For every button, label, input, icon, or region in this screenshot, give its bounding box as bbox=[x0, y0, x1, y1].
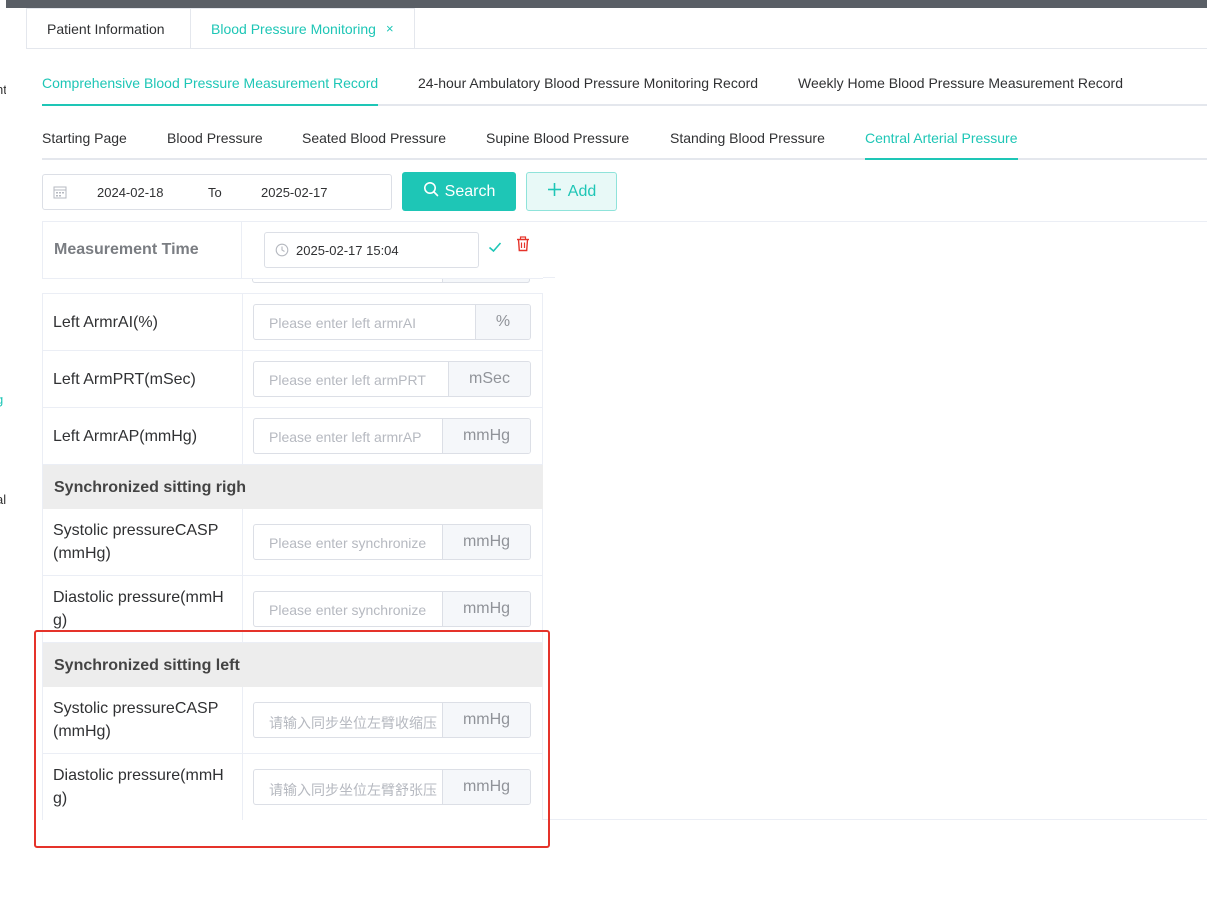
search-button[interactable]: Search bbox=[402, 172, 516, 211]
tab-central-arterial-pressure[interactable]: Central Arterial Pressure bbox=[865, 130, 1018, 146]
main-panel: Patient Information Blood Pressure Monit… bbox=[6, 8, 1207, 900]
left-systolic-input[interactable]: 请输入同步坐位左臂收缩压 mmHg bbox=[253, 702, 531, 738]
search-icon bbox=[423, 181, 439, 202]
row-label: Diastolic pressure(mmH bbox=[53, 589, 224, 606]
search-button-label: Search bbox=[444, 182, 496, 200]
unit-suffix: mmHg bbox=[442, 592, 530, 626]
measurement-time-input[interactable]: 2025-02-17 15:04 bbox=[264, 232, 479, 268]
measurement-form-grid: Left ArmrAI(%) Please enter left armrAI … bbox=[42, 222, 543, 820]
strip-text: g bbox=[0, 392, 3, 407]
start-date[interactable]: 2024-02-18 bbox=[97, 185, 164, 200]
trash-icon[interactable] bbox=[516, 236, 530, 257]
row-label: Systolic pressureCASP bbox=[53, 522, 219, 539]
row-label: g) bbox=[53, 790, 68, 807]
row-label: Left ArmrAI(%) bbox=[53, 314, 158, 331]
form-row-right-systolic: Systolic pressureCASP (mmHg) Please ente… bbox=[42, 509, 543, 576]
close-icon[interactable]: × bbox=[386, 21, 394, 36]
unit-suffix: mmHg bbox=[442, 703, 530, 737]
form-rows: Left ArmrAI(%) Please enter left armrAI … bbox=[42, 294, 543, 820]
row-label: Diastolic pressure(mmH bbox=[53, 767, 224, 784]
input-placeholder: Please enter synchronize bbox=[269, 602, 427, 618]
section-header-sitting-left: Synchronized sitting left bbox=[42, 643, 543, 687]
tab-blood-pressure-monitoring[interactable]: Blood Pressure Monitoring × bbox=[190, 8, 415, 48]
partial-row-scrolled bbox=[42, 271, 543, 294]
tab-supine-blood-pressure[interactable]: Supine Blood Pressure bbox=[486, 130, 629, 146]
left-arm-prt-input[interactable]: Please enter left armPRT mSec bbox=[253, 361, 531, 397]
measurement-time-value: 2025-02-17 15:04 bbox=[296, 243, 399, 258]
input-placeholder: 请输入同步坐位左臂舒张压 bbox=[269, 782, 437, 798]
unit-suffix: mSec bbox=[448, 362, 530, 396]
row-label: (mmHg) bbox=[53, 545, 111, 562]
row-label: Left ArmrAP(mmHg) bbox=[53, 428, 198, 445]
measurement-time-header: Measurement Time 2025-02-17 15:04 bbox=[42, 222, 543, 279]
divider bbox=[543, 277, 555, 278]
tab-seated-blood-pressure[interactable]: Seated Blood Pressure bbox=[302, 130, 446, 146]
add-button-label: Add bbox=[567, 182, 597, 200]
tab-blood-pressure[interactable]: Blood Pressure bbox=[167, 130, 263, 146]
sub-tabs: Starting Page Blood Pressure Seated Bloo… bbox=[42, 126, 1207, 160]
section-title: Synchronized sitting righ bbox=[54, 479, 247, 496]
record-tabs: Comprehensive Blood Pressure Measurement… bbox=[42, 72, 1207, 106]
date-range-picker[interactable]: 2024-02-18 To 2025-02-17 bbox=[42, 174, 392, 210]
input-placeholder: Please enter left armrAI bbox=[269, 315, 417, 331]
active-tab-indicator bbox=[42, 104, 378, 106]
form-row-left-systolic: Systolic pressureCASP (mmHg) 请输入同步坐位左臂收缩… bbox=[42, 687, 543, 754]
tab-patient-information[interactable]: Patient Information bbox=[26, 8, 191, 48]
form-row-left-arm-prt: Left ArmPRT(mSec) Please enter left armP… bbox=[42, 351, 543, 408]
unit-suffix: mmHg bbox=[442, 770, 530, 804]
measurement-time-label: Measurement Time bbox=[54, 241, 199, 258]
active-tab-indicator bbox=[865, 158, 1018, 160]
unit-suffix: mmHg bbox=[442, 419, 530, 453]
tab-label: Blood Pressure Monitoring bbox=[211, 20, 376, 37]
plus-icon bbox=[547, 182, 562, 202]
input-placeholder: 请输入同步坐位左臂收缩压 bbox=[269, 715, 437, 731]
tab-starting-page[interactable]: Starting Page bbox=[42, 130, 127, 146]
right-systolic-input[interactable]: Please enter synchronize mmHg bbox=[253, 524, 531, 560]
row-label: g) bbox=[53, 612, 68, 629]
tab-label: Patient Information bbox=[47, 20, 165, 37]
tab-comprehensive-record[interactable]: Comprehensive Blood Pressure Measurement… bbox=[42, 75, 378, 91]
page-tabs: Patient Information Blood Pressure Monit… bbox=[26, 8, 415, 48]
end-date[interactable]: 2025-02-17 bbox=[261, 185, 328, 200]
unit-suffix: mmHg bbox=[442, 525, 530, 559]
calendar-icon bbox=[53, 185, 67, 204]
row-label: Left ArmPRT(mSec) bbox=[53, 371, 196, 388]
section-header-sitting-right: Synchronized sitting righ bbox=[42, 465, 543, 509]
tab-ambulatory-record[interactable]: 24-hour Ambulatory Blood Pressure Monito… bbox=[418, 75, 758, 91]
row-label: Systolic pressureCASP bbox=[53, 700, 219, 717]
row-label: (mmHg) bbox=[53, 723, 111, 740]
form-row-right-diastolic: Diastolic pressure(mmH g) Please enter s… bbox=[42, 576, 543, 643]
left-arm-ai-input[interactable]: Please enter left armrAI % bbox=[253, 304, 531, 340]
form-row-left-diastolic: Diastolic pressure(mmH g) 请输入同步坐位左臂舒张压 m… bbox=[42, 754, 543, 820]
unit-suffix: % bbox=[475, 305, 530, 339]
add-button[interactable]: Add bbox=[526, 172, 617, 211]
input-placeholder: Please enter left armrAP bbox=[269, 429, 422, 445]
section-title: Synchronized sitting left bbox=[54, 657, 240, 674]
left-diastolic-input[interactable]: 请输入同步坐位左臂舒张压 mmHg bbox=[253, 769, 531, 805]
right-diastolic-input[interactable]: Please enter synchronize mmHg bbox=[253, 591, 531, 627]
tab-weekly-home-record[interactable]: Weekly Home Blood Pressure Measurement R… bbox=[798, 75, 1123, 91]
form-row-left-arm-ap: Left ArmrAP(mmHg) Please enter left armr… bbox=[42, 408, 543, 465]
divider bbox=[543, 819, 1207, 820]
range-separator: To bbox=[208, 185, 222, 200]
clock-icon bbox=[275, 243, 289, 262]
input-placeholder: Please enter left armPRT bbox=[269, 372, 426, 388]
input-placeholder: Please enter synchronize bbox=[269, 535, 427, 551]
form-row-left-arm-ai: Left ArmrAI(%) Please enter left armrAI … bbox=[42, 294, 543, 351]
left-arm-ap-input[interactable]: Please enter left armrAP mmHg bbox=[253, 418, 531, 454]
divider bbox=[26, 48, 1207, 49]
tab-standing-blood-pressure[interactable]: Standing Blood Pressure bbox=[670, 130, 825, 146]
check-icon[interactable] bbox=[488, 240, 502, 258]
